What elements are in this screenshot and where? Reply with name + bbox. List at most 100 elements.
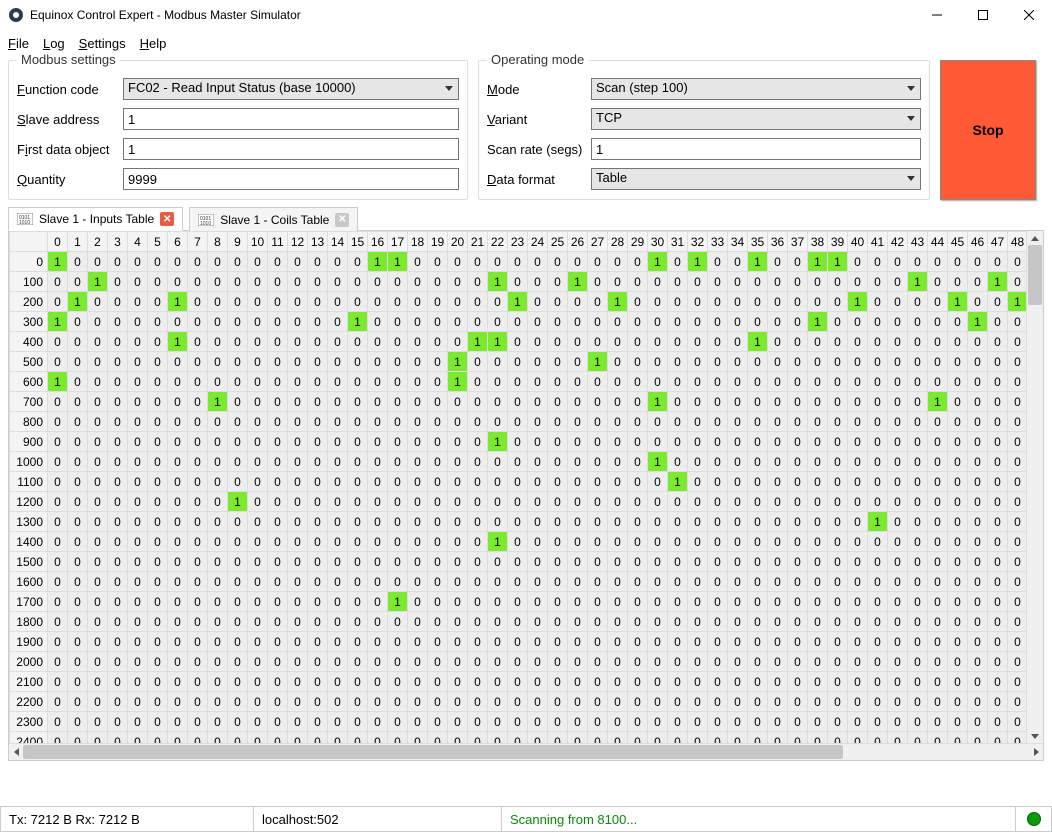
grid-cell[interactable]: 0 — [668, 312, 688, 332]
grid-cell[interactable]: 0 — [908, 392, 928, 412]
grid-cell[interactable]: 0 — [828, 392, 848, 412]
grid-cell[interactable]: 0 — [928, 652, 948, 672]
grid-cell[interactable]: 0 — [728, 472, 748, 492]
grid-cell[interactable]: 0 — [768, 312, 788, 332]
col-header[interactable]: 4 — [128, 232, 148, 252]
vertical-scrollbar[interactable] — [1026, 231, 1043, 743]
grid-cell[interactable]: 0 — [228, 392, 248, 412]
grid-cell[interactable]: 0 — [408, 392, 428, 412]
grid-cell[interactable]: 0 — [888, 652, 908, 672]
grid-cell[interactable]: 0 — [128, 312, 148, 332]
grid-cell[interactable]: 0 — [148, 472, 168, 492]
grid-cell[interactable]: 0 — [248, 492, 268, 512]
row-header[interactable]: 300 — [10, 312, 48, 332]
grid-cell[interactable]: 0 — [768, 712, 788, 732]
grid-cell[interactable]: 0 — [388, 692, 408, 712]
grid-cell[interactable]: 0 — [328, 412, 348, 432]
grid-cell[interactable]: 0 — [368, 672, 388, 692]
grid-cell[interactable]: 0 — [848, 412, 868, 432]
grid-cell[interactable]: 0 — [168, 552, 188, 572]
grid-cell[interactable]: 0 — [748, 452, 768, 472]
grid-cell[interactable]: 0 — [108, 612, 128, 632]
grid-cell[interactable]: 0 — [468, 372, 488, 392]
grid-cell[interactable]: 0 — [708, 512, 728, 532]
grid-cell[interactable]: 0 — [908, 292, 928, 312]
grid-cell[interactable]: 0 — [208, 312, 228, 332]
grid-cell[interactable]: 1 — [208, 392, 228, 412]
grid-cell[interactable]: 0 — [1008, 692, 1028, 712]
grid-cell[interactable]: 0 — [608, 512, 628, 532]
grid-cell[interactable]: 0 — [808, 572, 828, 592]
grid-cell[interactable]: 0 — [588, 312, 608, 332]
grid-cell[interactable]: 0 — [528, 612, 548, 632]
grid-cell[interactable]: 0 — [908, 712, 928, 732]
grid-cell[interactable]: 0 — [308, 352, 328, 372]
grid-cell[interactable]: 0 — [408, 432, 428, 452]
minimize-button[interactable] — [914, 0, 960, 30]
grid-cell[interactable]: 0 — [248, 252, 268, 272]
grid-cell[interactable]: 0 — [408, 452, 428, 472]
grid-cell[interactable]: 0 — [128, 592, 148, 612]
grid-cell[interactable]: 0 — [808, 592, 828, 612]
grid-cell[interactable]: 0 — [628, 452, 648, 472]
grid-cell[interactable]: 0 — [948, 372, 968, 392]
grid-cell[interactable]: 0 — [768, 372, 788, 392]
grid-cell[interactable]: 0 — [708, 412, 728, 432]
grid-cell[interactable]: 0 — [48, 272, 68, 292]
grid-cell[interactable]: 0 — [308, 692, 328, 712]
grid-cell[interactable]: 0 — [928, 512, 948, 532]
grid-cell[interactable]: 0 — [728, 412, 748, 432]
grid-cell[interactable]: 0 — [928, 572, 948, 592]
grid-cell[interactable]: 0 — [588, 532, 608, 552]
grid-cell[interactable]: 0 — [308, 292, 328, 312]
tab-1[interactable]: 01011010Slave 1 - Coils Table✕ — [189, 207, 358, 231]
grid-cell[interactable]: 0 — [928, 552, 948, 572]
grid-cell[interactable]: 0 — [488, 492, 508, 512]
scroll-left-arrow[interactable] — [9, 744, 23, 760]
grid-cell[interactable]: 0 — [108, 572, 128, 592]
grid-cell[interactable]: 0 — [448, 332, 468, 352]
grid-cell[interactable]: 0 — [428, 552, 448, 572]
grid-cell[interactable]: 0 — [768, 532, 788, 552]
grid-cell[interactable]: 0 — [108, 532, 128, 552]
grid-cell[interactable]: 0 — [908, 432, 928, 452]
grid-cell[interactable]: 0 — [708, 432, 728, 452]
grid-cell[interactable]: 0 — [708, 632, 728, 652]
grid-cell[interactable]: 0 — [288, 692, 308, 712]
grid-cell[interactable]: 0 — [788, 692, 808, 712]
grid-cell[interactable]: 0 — [188, 732, 208, 744]
grid-cell[interactable]: 0 — [108, 452, 128, 472]
grid-cell[interactable]: 0 — [488, 612, 508, 632]
grid-cell[interactable]: 0 — [568, 592, 588, 612]
grid-cell[interactable]: 0 — [228, 732, 248, 744]
grid-cell[interactable]: 0 — [488, 252, 508, 272]
grid-cell[interactable]: 0 — [548, 332, 568, 352]
grid-cell[interactable]: 0 — [228, 412, 248, 432]
grid-cell[interactable]: 0 — [248, 612, 268, 632]
grid-cell[interactable]: 0 — [868, 592, 888, 612]
grid-cell[interactable]: 0 — [948, 652, 968, 672]
grid-cell[interactable]: 0 — [968, 352, 988, 372]
grid-cell[interactable]: 0 — [528, 512, 548, 532]
grid-cell[interactable]: 0 — [868, 412, 888, 432]
grid-cell[interactable]: 0 — [648, 492, 668, 512]
grid-cell[interactable]: 0 — [148, 352, 168, 372]
grid-cell[interactable]: 0 — [748, 512, 768, 532]
grid-cell[interactable]: 0 — [588, 572, 608, 592]
grid-cell[interactable]: 0 — [788, 392, 808, 412]
col-header[interactable]: 30 — [648, 232, 668, 252]
grid-cell[interactable]: 0 — [828, 292, 848, 312]
grid-cell[interactable]: 0 — [668, 672, 688, 692]
col-header[interactable]: 23 — [508, 232, 528, 252]
grid-cell[interactable]: 0 — [588, 432, 608, 452]
grid-cell[interactable]: 0 — [588, 472, 608, 492]
grid-cell[interactable]: 0 — [568, 552, 588, 572]
grid-cell[interactable]: 0 — [68, 692, 88, 712]
grid-cell[interactable]: 0 — [668, 492, 688, 512]
grid-cell[interactable]: 0 — [48, 352, 68, 372]
grid-cell[interactable]: 0 — [708, 592, 728, 612]
grid-cell[interactable]: 0 — [1008, 632, 1028, 652]
grid-cell[interactable]: 0 — [568, 692, 588, 712]
grid-cell[interactable]: 0 — [828, 512, 848, 532]
row-header[interactable]: 2400 — [10, 732, 48, 744]
